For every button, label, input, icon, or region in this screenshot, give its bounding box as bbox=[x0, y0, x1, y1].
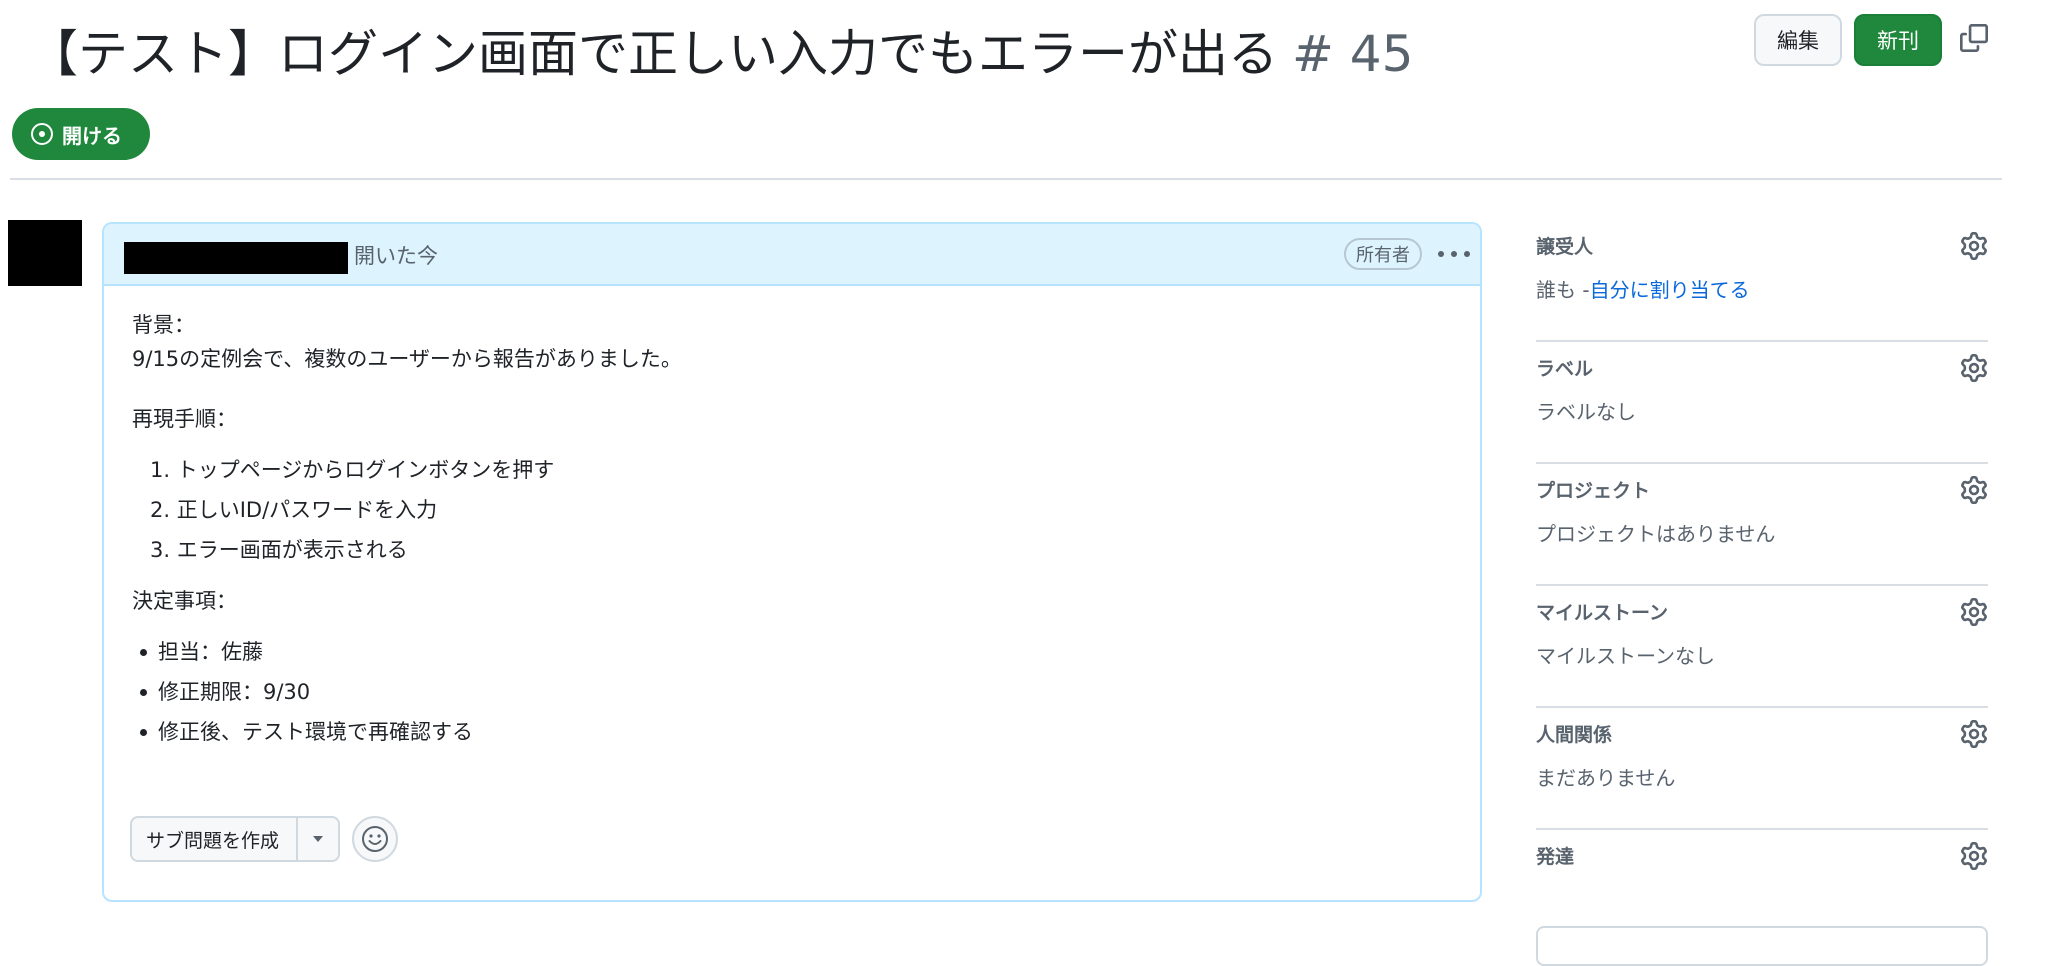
issue-title: 【テスト】ログイン画面で正しい入力でもエラーが出る # 45 bbox=[28, 14, 1413, 86]
repro-steps-list: 1. トップページからログインボタンを押す 2. 正しいID/パスワードを入力 … bbox=[132, 450, 682, 570]
triangle-down-icon bbox=[313, 836, 323, 842]
owner-badge: 所有者 bbox=[1344, 238, 1422, 270]
add-reaction-button[interactable] bbox=[352, 816, 398, 862]
repro-label: 再現手順： bbox=[132, 407, 237, 431]
assignees-section: 譲受人 誰も -自分に割り当てる bbox=[1536, 220, 1988, 342]
development-section: 発達 bbox=[1536, 830, 1988, 966]
issue-opened-icon bbox=[31, 123, 53, 145]
author-name-redacted[interactable] bbox=[124, 242, 348, 274]
decisions-list: 担当：佐藤 修正期限：9/30 修正後、テスト環境で再確認する bbox=[132, 632, 682, 752]
labels-title: ラベル bbox=[1536, 358, 1594, 380]
relationships-title: 人間関係 bbox=[1536, 724, 1613, 746]
copy-icon[interactable] bbox=[1960, 24, 1988, 52]
projects-value: プロジェクトはありません bbox=[1536, 522, 1776, 546]
comment-body: 背景： 9/15の定例会で、複数のユーザーから報告がありました。 再現手順： 1… bbox=[132, 308, 682, 752]
list-item: 1. トップページからログインボタンを押す bbox=[150, 458, 555, 482]
projects-section: プロジェクト プロジェクトはありません bbox=[1536, 464, 1988, 586]
labels-value: ラベルなし bbox=[1536, 400, 1636, 424]
assignees-gear-icon[interactable] bbox=[1960, 232, 1988, 260]
milestone-gear-icon[interactable] bbox=[1960, 598, 1988, 626]
development-title: 発達 bbox=[1536, 846, 1575, 868]
issue-body-comment: 開いた今 所有者 背景： 9/15の定例会で、複数のユーザーから報告がありました… bbox=[102, 222, 1482, 902]
assign-yourself-link[interactable]: 自分に割り当てる bbox=[1590, 278, 1750, 302]
smiley-icon bbox=[362, 826, 388, 852]
relationships-value: まだありません bbox=[1536, 766, 1676, 790]
new-issue-button[interactable]: 新刊 bbox=[1854, 14, 1942, 66]
issue-state-label: 開ける bbox=[62, 123, 122, 148]
issue-number: # 45 bbox=[1292, 25, 1414, 83]
decision-label: 決定事項： bbox=[132, 589, 237, 613]
projects-gear-icon[interactable] bbox=[1960, 476, 1988, 504]
labels-gear-icon[interactable] bbox=[1960, 354, 1988, 382]
list-item: 修正期限：9/30 bbox=[132, 672, 682, 712]
projects-title: プロジェクト bbox=[1536, 480, 1651, 502]
create-subissue-button[interactable]: サブ問題を作成 bbox=[132, 818, 298, 860]
header-divider bbox=[10, 178, 2002, 180]
list-item: 修正後、テスト環境で再確認する bbox=[132, 712, 682, 752]
milestone-value: マイルストーンなし bbox=[1536, 644, 1715, 668]
background-text: 9/15の定例会で、複数のユーザーから報告がありました。 bbox=[132, 347, 682, 371]
comment-options-icon[interactable] bbox=[1438, 242, 1470, 266]
issue-title-text: 【テスト】ログイン画面で正しい入力でもエラーが出る bbox=[28, 25, 1278, 83]
issue-state-badge: 開ける bbox=[12, 108, 150, 160]
milestone-title: マイルストーン bbox=[1536, 602, 1669, 624]
list-item: 2. 正しいID/パスワードを入力 bbox=[150, 498, 438, 522]
development-gear-icon[interactable] bbox=[1960, 842, 1988, 870]
assignees-title: 譲受人 bbox=[1536, 236, 1594, 258]
issue-sidebar: 譲受人 誰も -自分に割り当てる ラベル ラベルなし プロジェクト プロジェクト… bbox=[1536, 220, 1988, 966]
comment-header: 開いた今 所有者 bbox=[104, 224, 1480, 286]
assignees-none: 誰も - bbox=[1536, 278, 1590, 302]
opened-timestamp: 開いた今 bbox=[354, 244, 438, 268]
create-subissue-button-group: サブ問題を作成 bbox=[130, 816, 340, 862]
list-item: 担当：佐藤 bbox=[132, 632, 682, 672]
assignees-value: 誰も -自分に割り当てる bbox=[1536, 274, 1750, 303]
background-label: 背景： bbox=[132, 313, 195, 337]
relationships-gear-icon[interactable] bbox=[1960, 720, 1988, 748]
labels-section: ラベル ラベルなし bbox=[1536, 342, 1988, 464]
relationships-section: 人間関係 まだありません bbox=[1536, 708, 1988, 830]
avatar[interactable] bbox=[8, 220, 82, 286]
milestone-section: マイルストーン マイルストーンなし bbox=[1536, 586, 1988, 708]
list-item: 3. エラー画面が表示される bbox=[150, 538, 408, 562]
create-branch-button-group[interactable] bbox=[1536, 926, 1988, 966]
edit-button[interactable]: 編集 bbox=[1754, 14, 1842, 66]
subissue-dropdown-button[interactable] bbox=[298, 818, 338, 860]
